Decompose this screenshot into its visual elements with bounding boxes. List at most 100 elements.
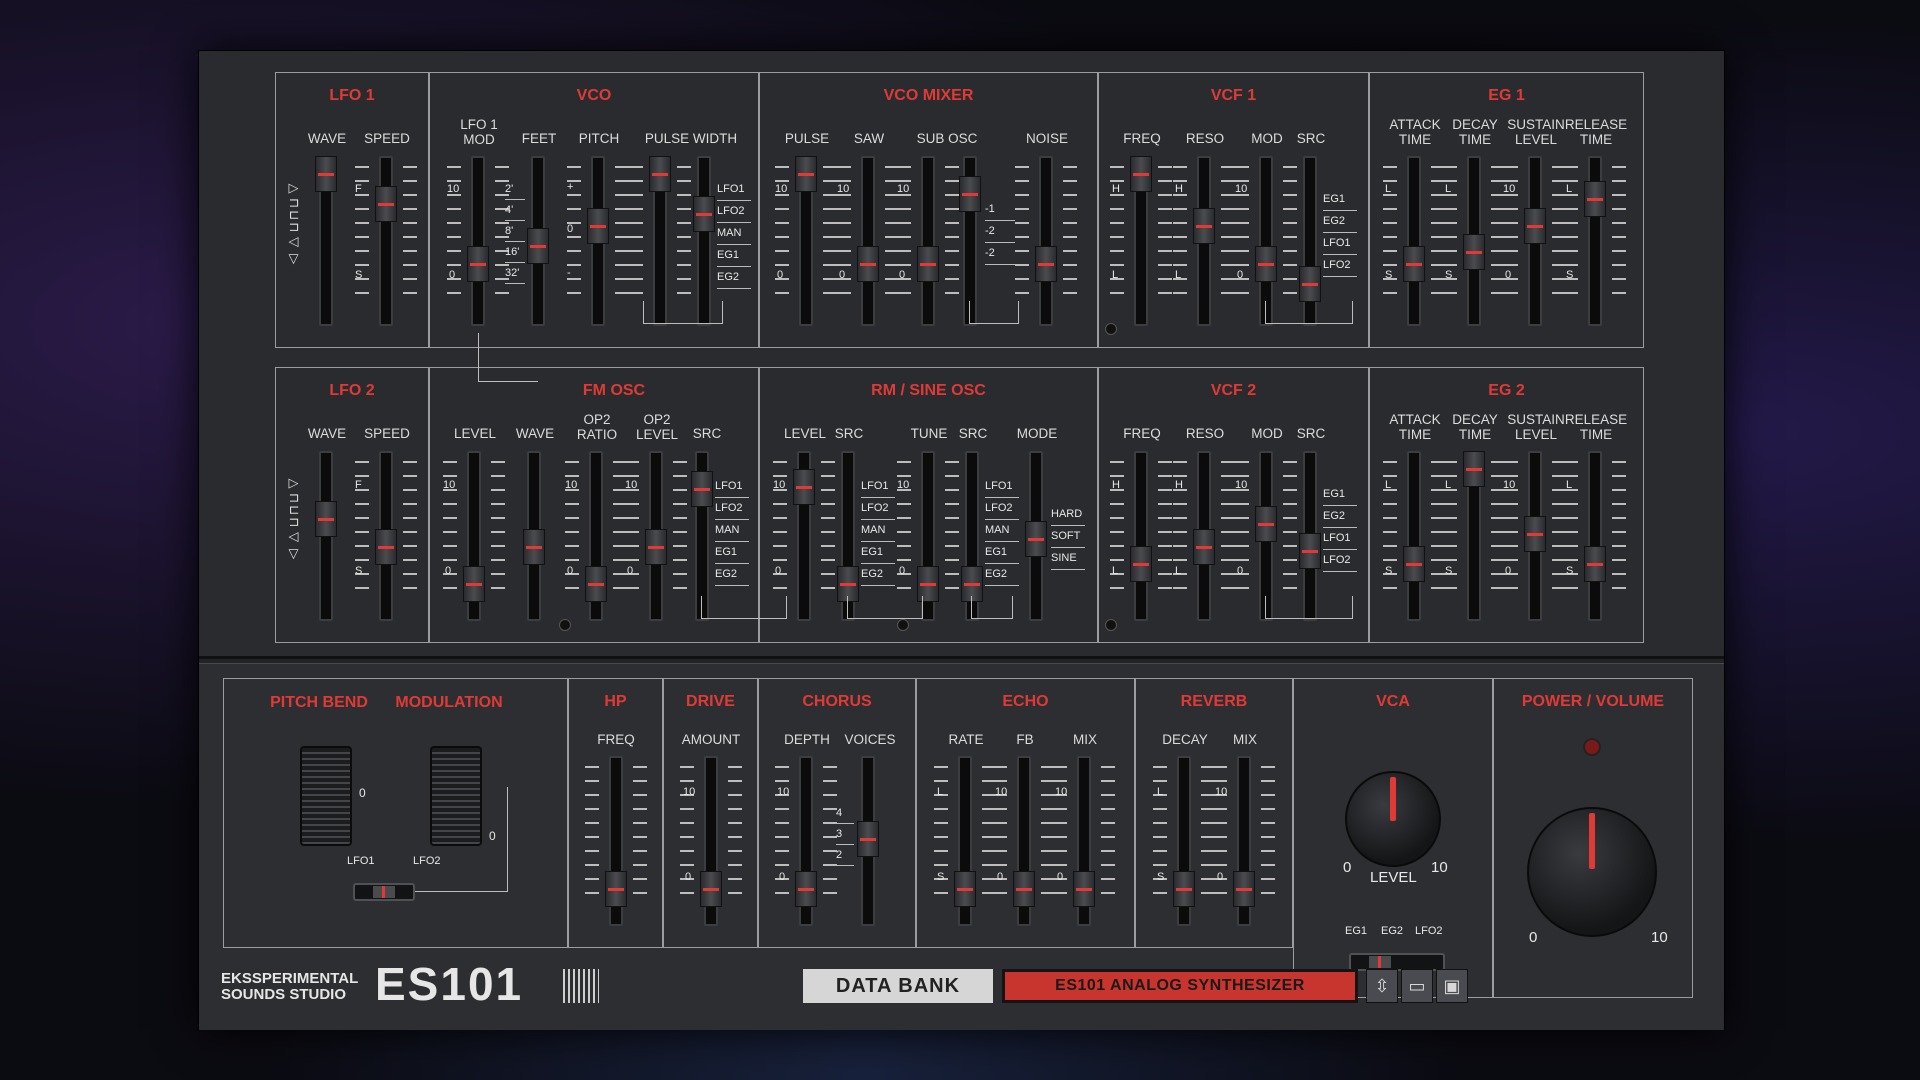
scale-mark: 10 [1503, 183, 1516, 195]
up-down-arrows-icon[interactable]: ⇳ [1366, 969, 1398, 1003]
scale-mark: S [1445, 269, 1453, 281]
screw-icon [559, 619, 571, 631]
connector-line [847, 596, 923, 619]
section-title: POWER / VOLUME [1521, 693, 1665, 710]
vcf1-reso-slider[interactable] [1173, 156, 1235, 326]
section-title: REVERB [1180, 693, 1248, 710]
section-title: CHORUS [802, 693, 872, 710]
lfo1-speed-slider[interactable] [355, 156, 417, 326]
chorus-depth-slider[interactable] [775, 756, 837, 926]
scale-mark: 0 [1505, 269, 1512, 281]
rm-mode-slider[interactable] [1025, 451, 1047, 621]
connector-line [415, 787, 508, 892]
scale-mark: H [1112, 183, 1120, 195]
screw-icon [897, 619, 909, 631]
fm-op2ratio-slider[interactable] [565, 451, 627, 621]
echo-mix-slider[interactable] [1053, 756, 1115, 926]
preset-display[interactable]: ES101 ANALOG SYNTHESIZER [1002, 969, 1358, 1003]
vco-feet-slider[interactable] [527, 156, 549, 326]
chorus-voices-slider[interactable] [857, 756, 879, 926]
vca-level-knob[interactable] [1345, 771, 1441, 867]
eg2-attack-slider[interactable] [1383, 451, 1445, 621]
synth-panel: LFO 1 VCO VCO MIXER VCF 1 EG 1 LFO 2 FM … [198, 50, 1725, 1030]
eg2-decay-slider[interactable] [1443, 451, 1505, 621]
scale-mark: 0 [627, 565, 634, 577]
scale-mark: 0 [839, 269, 846, 281]
databank-label: DATA BANK [803, 969, 993, 1003]
fm-src-list: LFO1 LFO2 MAN EG1 EG2 [715, 476, 749, 586]
scale-mark: 10 [683, 786, 696, 798]
fm-wave-slider[interactable] [523, 451, 545, 621]
scale-mark: L [1175, 565, 1182, 577]
vca-min-label: 0 [1343, 859, 1352, 876]
mixer-noise-slider[interactable] [1015, 156, 1077, 326]
scale-mark: 10 [1215, 786, 1228, 798]
eg1-attack-slider[interactable] [1383, 156, 1445, 326]
eg1-release-slider[interactable] [1564, 156, 1626, 326]
lfo2-speed-slider[interactable] [355, 451, 417, 621]
mixer-sub-level-slider[interactable] [897, 156, 959, 326]
fm-level-slider[interactable] [443, 451, 505, 621]
scale-mark: 0 [777, 269, 784, 281]
modulation-title: MODULATION [395, 694, 503, 711]
scale-mark: 10 [443, 479, 456, 491]
section-title: EG 2 [1488, 382, 1525, 399]
vcf2-src-label: SRC [1296, 426, 1326, 441]
connector-line [478, 381, 538, 382]
lfo1-speed-label: SPEED [364, 131, 410, 146]
eg1-sustain-slider[interactable] [1504, 156, 1566, 326]
fm-op2level-slider[interactable] [625, 451, 687, 621]
mixer-pulse-slider[interactable] [775, 156, 837, 326]
scale-mark: F [355, 183, 362, 195]
vcf2-freq-slider[interactable] [1110, 451, 1172, 621]
scale-mark: 0 [1237, 269, 1244, 281]
drive-amount-slider[interactable] [680, 756, 742, 926]
scale-mark: 10 [447, 183, 460, 195]
volume-knob[interactable] [1527, 807, 1657, 937]
vcf1-freq-slider[interactable] [1110, 156, 1172, 326]
mixer-saw-slider[interactable] [837, 156, 899, 326]
scale-mark: 10 [897, 183, 910, 195]
section-title: VCA [1376, 693, 1410, 710]
section-title: FM OSC [582, 382, 646, 399]
vcf1-src-list: EG1 EG2 LFO1 LFO2 [1323, 189, 1357, 277]
mod-source-switch[interactable] [353, 883, 415, 901]
scale-mark: 10 [625, 479, 638, 491]
lfo2-wave-slider[interactable] [315, 451, 337, 621]
vca-eg2-label: EG2 [1381, 925, 1404, 937]
section-title: EG 1 [1488, 87, 1525, 104]
scale-mark: L [1445, 183, 1452, 195]
vcf2-reso-slider[interactable] [1173, 451, 1235, 621]
vca-lfo2-label: LFO2 [1415, 925, 1443, 937]
eg2-sustain-slider[interactable] [1504, 451, 1566, 621]
vco-lfo1mod-slider[interactable] [447, 156, 509, 326]
power-min-label: 0 [1529, 929, 1538, 946]
section-title: RM / SINE OSC [871, 382, 986, 399]
scale-mark: 10 [897, 479, 910, 491]
pitch-bend-wheel[interactable] [300, 746, 352, 846]
scale-mark: 0 [567, 223, 574, 235]
rm-mode-list: HARD SOFT SINE [1051, 504, 1085, 570]
eg1-decay-slider[interactable] [1443, 156, 1505, 326]
reverb-mix-slider[interactable] [1213, 756, 1275, 926]
reverb-decay-slider[interactable] [1153, 756, 1215, 926]
connector-line [643, 301, 723, 324]
folder-icon[interactable]: ▭ [1401, 969, 1433, 1003]
vca-eg1-label: EG1 [1345, 925, 1368, 937]
scale-mark: H [1112, 479, 1120, 491]
echo-fb-slider[interactable] [993, 756, 1055, 926]
connector-line [701, 596, 787, 619]
scale-mark: 0 [1217, 871, 1224, 883]
hp-freq-slider[interactable] [585, 756, 647, 926]
echo-rate-slider[interactable] [934, 756, 996, 926]
save-icon[interactable]: ▣ [1436, 969, 1468, 1003]
rm-level-slider[interactable] [773, 451, 835, 621]
rm-src2-list: LFO1 LFO2 MAN EG1 EG2 [985, 476, 1019, 586]
lfo1-wave-slider[interactable] [315, 156, 337, 326]
sub-osc-marks: -1 -2 -2 [985, 199, 1015, 265]
scale-mark: L [1566, 183, 1573, 195]
vco-pitch-slider[interactable] [567, 156, 629, 326]
scale-mark: S [1385, 269, 1393, 281]
connector-line [1265, 301, 1353, 324]
eg2-release-slider[interactable] [1564, 451, 1626, 621]
